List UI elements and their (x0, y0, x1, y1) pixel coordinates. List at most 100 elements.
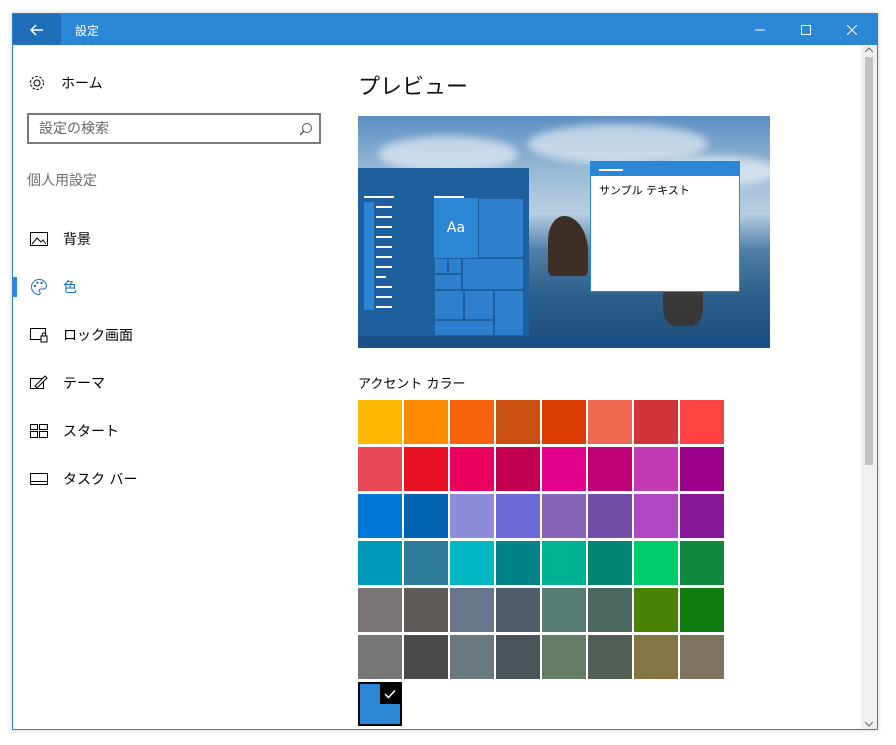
accent-color-swatch[interactable] (680, 447, 724, 491)
accent-color-swatch[interactable] (404, 588, 448, 632)
accent-color-swatch[interactable] (588, 447, 632, 491)
search-input[interactable] (29, 115, 299, 142)
accent-color-swatch[interactable] (404, 400, 448, 444)
accent-color-swatch[interactable] (450, 541, 494, 585)
search-icon[interactable] (299, 121, 313, 140)
custom-color-swatch-selected[interactable] (358, 682, 402, 726)
sidebar-item-lock-screen[interactable]: ロック画面 (13, 313, 343, 357)
main-content: プレビュー Aa サンプル テキスト アクセント カラー (358, 45, 858, 729)
start-icon (29, 421, 49, 441)
accent-color-swatch[interactable] (634, 494, 678, 538)
image-icon (29, 229, 49, 249)
home-label: ホーム (61, 76, 103, 92)
maximize-button[interactable] (783, 14, 829, 45)
theme-icon (29, 373, 49, 393)
search-box[interactable] (27, 113, 321, 144)
accent-color-swatch[interactable] (358, 588, 402, 632)
sidebar-item-label: 背景 (63, 232, 91, 248)
accent-color-swatch[interactable] (542, 588, 586, 632)
accent-color-swatch[interactable] (404, 494, 448, 538)
accent-color-swatch[interactable] (680, 541, 724, 585)
accent-color-swatch[interactable] (358, 400, 402, 444)
accent-color-swatch[interactable] (588, 494, 632, 538)
preview-start-header (364, 196, 394, 198)
accent-color-swatch[interactable] (588, 400, 632, 444)
accent-color-swatch[interactable] (358, 447, 402, 491)
preview-tile (478, 198, 524, 258)
section-label: 個人用設定 (27, 173, 97, 189)
accent-color-swatch[interactable] (450, 494, 494, 538)
accent-color-swatch[interactable] (634, 541, 678, 585)
scroll-thumb[interactable] (865, 57, 873, 465)
sidebar-item-colors[interactable]: 色 (13, 265, 343, 309)
checkmark-icon (380, 684, 400, 704)
preview-tile (462, 258, 524, 290)
accent-color-swatch[interactable] (496, 400, 540, 444)
accent-color-swatch[interactable] (588, 541, 632, 585)
preview-menu-line (376, 256, 392, 258)
preview-taskbar (358, 336, 770, 348)
sidebar-item-start[interactable]: スタート (13, 409, 343, 453)
accent-color-swatch[interactable] (358, 494, 402, 538)
back-button[interactable] (13, 14, 61, 45)
title-bar: 設定 (13, 14, 877, 45)
preview-tile (434, 258, 448, 274)
accent-color-swatch[interactable] (680, 494, 724, 538)
lock-screen-icon (29, 325, 49, 345)
home-link[interactable]: ホーム (27, 71, 103, 95)
accent-color-swatch[interactable] (358, 541, 402, 585)
sidebar: ホーム 個人用設定 背景 色 ロック画面 (13, 45, 343, 729)
accent-color-swatch[interactable] (542, 541, 586, 585)
preview-tile (434, 320, 494, 336)
accent-color-swatch[interactable] (680, 400, 724, 444)
preview-menu-line (376, 246, 392, 248)
selected-indicator (13, 277, 17, 297)
color-preview: Aa サンプル テキスト (358, 116, 770, 348)
accent-color-swatch[interactable] (634, 447, 678, 491)
close-button[interactable] (829, 14, 875, 45)
preview-window: サンプル テキスト (590, 161, 740, 292)
accent-color-swatch[interactable] (496, 541, 540, 585)
accent-color-swatch[interactable] (404, 541, 448, 585)
accent-color-swatch[interactable] (450, 447, 494, 491)
accent-color-swatch[interactable] (496, 588, 540, 632)
accent-color-swatch[interactable] (404, 447, 448, 491)
preview-tile-aa: Aa (434, 198, 478, 258)
accent-color-swatch[interactable] (450, 635, 494, 679)
accent-color-swatch[interactable] (496, 447, 540, 491)
accent-color-swatch[interactable] (680, 635, 724, 679)
accent-color-swatch[interactable] (542, 494, 586, 538)
preview-tile (494, 290, 524, 336)
preview-menu-line (376, 266, 392, 268)
preview-window-title-line (599, 169, 623, 171)
sidebar-item-label: タスク バー (63, 472, 138, 488)
settings-window: 設定 ホーム 個人用設定 背景 (12, 13, 878, 730)
accent-color-swatch[interactable] (542, 400, 586, 444)
accent-color-swatch[interactable] (588, 588, 632, 632)
accent-color-swatch[interactable] (404, 635, 448, 679)
preview-menu-line (376, 236, 392, 238)
accent-color-swatch[interactable] (680, 588, 724, 632)
close-icon (847, 24, 857, 35)
accent-color-swatch[interactable] (634, 400, 678, 444)
sidebar-item-background[interactable]: 背景 (13, 217, 343, 261)
scroll-up-icon[interactable] (865, 47, 873, 53)
accent-color-swatch[interactable] (358, 635, 402, 679)
accent-color-swatch[interactable] (496, 494, 540, 538)
sidebar-item-taskbar[interactable]: タスク バー (13, 457, 343, 501)
accent-color-swatch[interactable] (634, 635, 678, 679)
accent-color-swatch[interactable] (542, 635, 586, 679)
sidebar-item-theme[interactable]: テーマ (13, 361, 343, 405)
vertical-scrollbar[interactable] (861, 45, 877, 729)
preview-menu-line (376, 296, 392, 298)
accent-color-swatch[interactable] (450, 588, 494, 632)
accent-color-swatch[interactable] (496, 635, 540, 679)
accent-color-swatch[interactable] (542, 447, 586, 491)
accent-color-swatch[interactable] (588, 635, 632, 679)
preview-menu-line (376, 286, 392, 288)
scroll-down-icon[interactable] (865, 721, 873, 727)
accent-color-swatch[interactable] (634, 588, 678, 632)
minimize-button[interactable] (737, 14, 783, 45)
accent-color-swatch[interactable] (450, 400, 494, 444)
preview-start-menu: Aa (358, 168, 529, 336)
